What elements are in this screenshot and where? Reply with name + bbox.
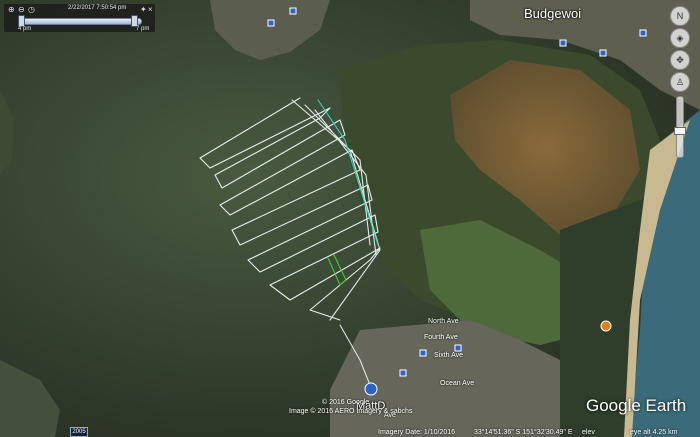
zoom-knob[interactable] bbox=[674, 127, 686, 135]
road-label: Ocean Ave bbox=[440, 380, 475, 387]
place-label-budgewoi: Budgewoi bbox=[524, 6, 582, 21]
town-marker[interactable] bbox=[599, 49, 607, 57]
copyright-google: © 2016 Google bbox=[322, 399, 370, 406]
imagery-date: Imagery Date: 1/10/2016 bbox=[378, 429, 456, 436]
road-label: Fourth Ave bbox=[424, 334, 458, 341]
coordinates: 33°14'51.36" S 151°32'30.49" E bbox=[474, 429, 573, 436]
town-marker[interactable] bbox=[399, 369, 407, 377]
google-earth-logo: Google Earth bbox=[586, 396, 687, 415]
zoom-out-icon[interactable]: ⊖ bbox=[18, 5, 25, 15]
eye-altitude: eye alt 4.25 km bbox=[630, 429, 678, 436]
time-slider-start-label: 4 pm bbox=[18, 26, 32, 32]
wrench-icon[interactable]: ✦ bbox=[140, 5, 147, 15]
town-marker[interactable] bbox=[289, 7, 297, 15]
road-label: Sixth Ave bbox=[434, 352, 464, 359]
town-marker[interactable] bbox=[267, 19, 275, 27]
town-marker[interactable] bbox=[454, 344, 462, 352]
time-readout: 2/22/2017 7:50:54 pm bbox=[68, 5, 127, 11]
road-shield bbox=[600, 320, 612, 332]
close-icon[interactable]: × bbox=[148, 5, 153, 15]
satellite-map[interactable] bbox=[0, 0, 700, 437]
time-slider-end-label: 7 pm bbox=[136, 26, 150, 32]
move-control-icon[interactable]: ✥ bbox=[670, 50, 690, 70]
zoom-slider[interactable] bbox=[674, 96, 686, 158]
status-bar: Imagery Date: 1/10/2016 33°14'51.36" S 1… bbox=[0, 427, 700, 437]
time-slider-panel: ⊕ ⊖ ◷ 2/22/2017 7:50:54 pm ✦ × 4 pm 7 pm bbox=[4, 4, 155, 32]
look-control-icon[interactable]: ◈ bbox=[670, 28, 690, 48]
road-label: North Ave bbox=[428, 318, 459, 325]
elevation: elev bbox=[582, 429, 595, 436]
street-view-icon[interactable]: ♙ bbox=[670, 72, 690, 92]
time-slider-track[interactable] bbox=[18, 18, 142, 25]
copyright-image: Image © 2016 AERO Imagery & sabchs bbox=[289, 408, 413, 415]
town-marker[interactable] bbox=[639, 29, 647, 37]
clock-icon[interactable]: ◷ bbox=[28, 5, 35, 15]
town-marker[interactable] bbox=[559, 39, 567, 47]
town-marker[interactable] bbox=[419, 349, 427, 357]
zoom-in-icon[interactable]: ⊕ bbox=[8, 5, 15, 15]
compass-icon[interactable]: N bbox=[670, 6, 690, 26]
pin-icon[interactable] bbox=[364, 382, 378, 396]
navigation-controls: N ◈ ✥ ♙ bbox=[664, 4, 696, 162]
